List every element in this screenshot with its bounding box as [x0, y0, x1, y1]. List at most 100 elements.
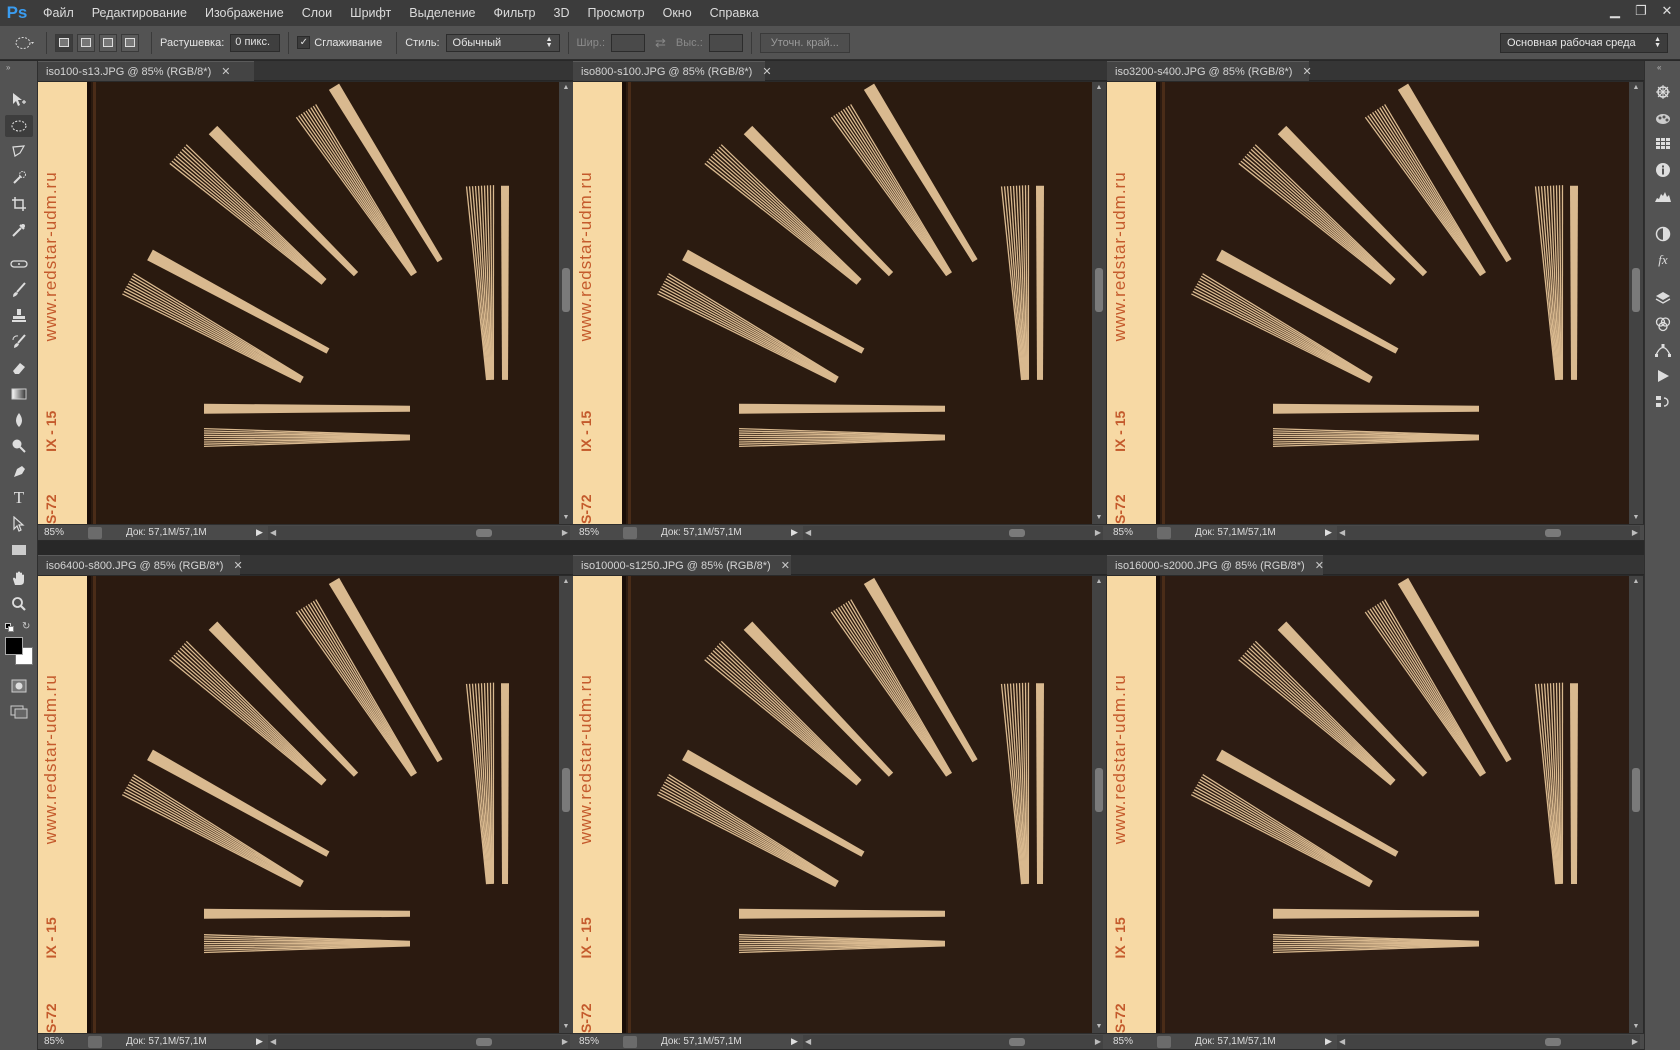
move-tool-icon[interactable]	[5, 89, 33, 111]
document-tab[interactable]: iso3200-s400.JPG @ 85% (RGB/8*) ✕	[1107, 61, 1312, 81]
navigator-icon[interactable]	[1651, 81, 1675, 103]
scroll-right-icon[interactable]: ▶	[1095, 1035, 1101, 1049]
vertical-scroll-thumb[interactable]	[562, 268, 570, 312]
pen-tool-icon[interactable]	[5, 461, 33, 483]
horizontal-scrollbar[interactable]: ◀ ▶	[268, 525, 570, 540]
scroll-left-icon[interactable]: ◀	[1339, 526, 1345, 540]
menu-image[interactable]: Изображение	[196, 0, 293, 26]
status-options-icon[interactable]	[1157, 526, 1171, 539]
quick-selection-tool-icon[interactable]	[5, 167, 33, 189]
horizontal-scrollbar[interactable]: ◀ ▶	[1337, 1034, 1640, 1049]
swap-colors-icon[interactable]: ↻	[22, 621, 30, 632]
horizontal-scroll-thumb[interactable]	[476, 528, 492, 537]
new-selection-icon[interactable]	[55, 33, 73, 52]
close-tab-icon[interactable]: ✕	[762, 65, 771, 78]
default-colors-icon[interactable]	[5, 623, 15, 633]
document-tab[interactable]: iso100-s13.JPG @ 85% (RGB/8*) ✕	[38, 61, 254, 81]
document-tab[interactable]: iso800-s100.JPG @ 85% (RGB/8*) ✕	[573, 61, 772, 81]
document-tab[interactable]: iso10000-s1250.JPG @ 85% (RGB/8*) ✕	[573, 555, 791, 575]
horizontal-scrollbar[interactable]: ◀ ▶	[803, 1034, 1103, 1049]
menu-type[interactable]: Шрифт	[341, 0, 400, 26]
scroll-right-icon[interactable]: ▶	[1095, 526, 1101, 540]
actions-icon[interactable]	[1651, 365, 1675, 387]
antialias-checkbox[interactable]: ✓	[297, 36, 311, 49]
elliptical-marquee-preset-icon[interactable]	[12, 33, 38, 53]
lasso-tool-icon[interactable]	[5, 141, 33, 163]
brush-tool-icon[interactable]	[5, 279, 33, 301]
elliptical-marquee-tool-icon[interactable]	[5, 115, 33, 137]
vertical-scroll-thumb[interactable]	[1632, 268, 1640, 312]
foreground-color-swatch[interactable]	[5, 637, 23, 655]
scroll-down-icon[interactable]: ▼	[559, 512, 573, 524]
adjustments-icon[interactable]	[1651, 223, 1675, 245]
document-canvas[interactable]: www.redstar-udm.ru IX - 15 S-72	[573, 576, 1092, 1033]
document-tab[interactable]: iso6400-s800.JPG @ 85% (RGB/8*) ✕	[38, 555, 243, 575]
status-menu-arrow-icon[interactable]: ▶	[791, 1036, 803, 1047]
blur-tool-icon[interactable]	[5, 409, 33, 431]
menu-file[interactable]: Файл	[34, 0, 83, 26]
status-menu-arrow-icon[interactable]: ▶	[1325, 527, 1337, 538]
channels-icon[interactable]	[1651, 313, 1675, 335]
close-tab-icon[interactable]: ✕	[1315, 559, 1324, 572]
horizontal-scroll-thumb[interactable]	[1545, 1037, 1561, 1046]
vertical-scroll-thumb[interactable]	[1095, 268, 1103, 312]
horizontal-scroll-thumb[interactable]	[1009, 1037, 1025, 1046]
add-to-selection-icon[interactable]	[77, 33, 95, 52]
subtract-from-selection-icon[interactable]	[99, 33, 117, 52]
scroll-right-icon[interactable]: ▶	[562, 526, 568, 540]
horizontal-scrollbar[interactable]: ◀ ▶	[268, 1034, 570, 1049]
scroll-up-icon[interactable]: ▲	[1092, 576, 1106, 588]
zoom-level[interactable]: 85%	[38, 527, 88, 538]
status-options-icon[interactable]	[88, 1035, 102, 1048]
refine-edge-button[interactable]: Уточн. край...	[759, 32, 850, 53]
scroll-up-icon[interactable]: ▲	[559, 576, 573, 588]
zoom-tool-icon[interactable]	[5, 593, 33, 615]
close-tab-icon[interactable]: ✕	[233, 559, 242, 572]
menu-filter[interactable]: Фильтр	[485, 0, 545, 26]
horizontal-scroll-thumb[interactable]	[476, 1037, 492, 1046]
restore-button[interactable]: ❐	[1628, 0, 1654, 22]
spot-healing-tool-icon[interactable]	[5, 253, 33, 275]
close-tab-icon[interactable]: ✕	[1302, 65, 1311, 78]
history-icon[interactable]	[1651, 391, 1675, 413]
quick-mask-icon[interactable]	[5, 675, 33, 697]
scroll-down-icon[interactable]: ▼	[559, 1021, 573, 1033]
menu-3d[interactable]: 3D	[545, 0, 579, 26]
width-input[interactable]	[611, 33, 646, 52]
panel-collapse-icon[interactable]: »	[6, 63, 10, 72]
feather-input[interactable]: 0 пикс.	[230, 33, 281, 52]
paths-icon[interactable]	[1651, 339, 1675, 361]
scroll-up-icon[interactable]: ▲	[1092, 82, 1106, 94]
vertical-scrollbar[interactable]: ▲ ▼	[559, 82, 573, 524]
status-menu-arrow-icon[interactable]: ▶	[791, 527, 803, 538]
status-options-icon[interactable]	[623, 526, 637, 539]
eyedropper-tool-icon[interactable]	[5, 219, 33, 241]
rectangle-tool-icon[interactable]	[5, 539, 33, 561]
minimize-button[interactable]: ▁	[1602, 0, 1628, 22]
scroll-up-icon[interactable]: ▲	[1629, 82, 1643, 94]
status-options-icon[interactable]	[1157, 1035, 1171, 1048]
swatches-icon[interactable]	[1651, 133, 1675, 155]
status-options-icon[interactable]	[623, 1035, 637, 1048]
scroll-right-icon[interactable]: ▶	[1632, 526, 1638, 540]
close-button[interactable]: ✕	[1654, 0, 1680, 22]
scroll-left-icon[interactable]: ◀	[270, 1035, 276, 1049]
crop-tool-icon[interactable]	[5, 193, 33, 215]
styles-icon[interactable]: fx	[1651, 249, 1675, 271]
horizontal-scrollbar[interactable]: ◀ ▶	[803, 525, 1103, 540]
menu-select[interactable]: Выделение	[400, 0, 484, 26]
scroll-right-icon[interactable]: ▶	[1632, 1035, 1638, 1049]
scroll-left-icon[interactable]: ◀	[1339, 1035, 1345, 1049]
vertical-scrollbar[interactable]: ▲ ▼	[559, 576, 573, 1033]
horizontal-scrollbar[interactable]: ◀ ▶	[1337, 525, 1640, 540]
scroll-down-icon[interactable]: ▼	[1092, 512, 1106, 524]
menu-layers[interactable]: Слои	[293, 0, 341, 26]
menu-edit[interactable]: Редактирование	[83, 0, 196, 26]
document-canvas[interactable]: www.redstar-udm.ru IX - 15 S-72	[1107, 576, 1629, 1033]
clone-stamp-tool-icon[interactable]	[5, 305, 33, 327]
menu-window[interactable]: Окно	[654, 0, 701, 26]
vertical-scrollbar[interactable]: ▲ ▼	[1092, 82, 1106, 524]
document-canvas[interactable]: www.redstar-udm.ru IX - 15 S-72	[1107, 82, 1629, 524]
info-icon[interactable]	[1651, 159, 1675, 181]
horizontal-scroll-thumb[interactable]	[1545, 528, 1561, 537]
